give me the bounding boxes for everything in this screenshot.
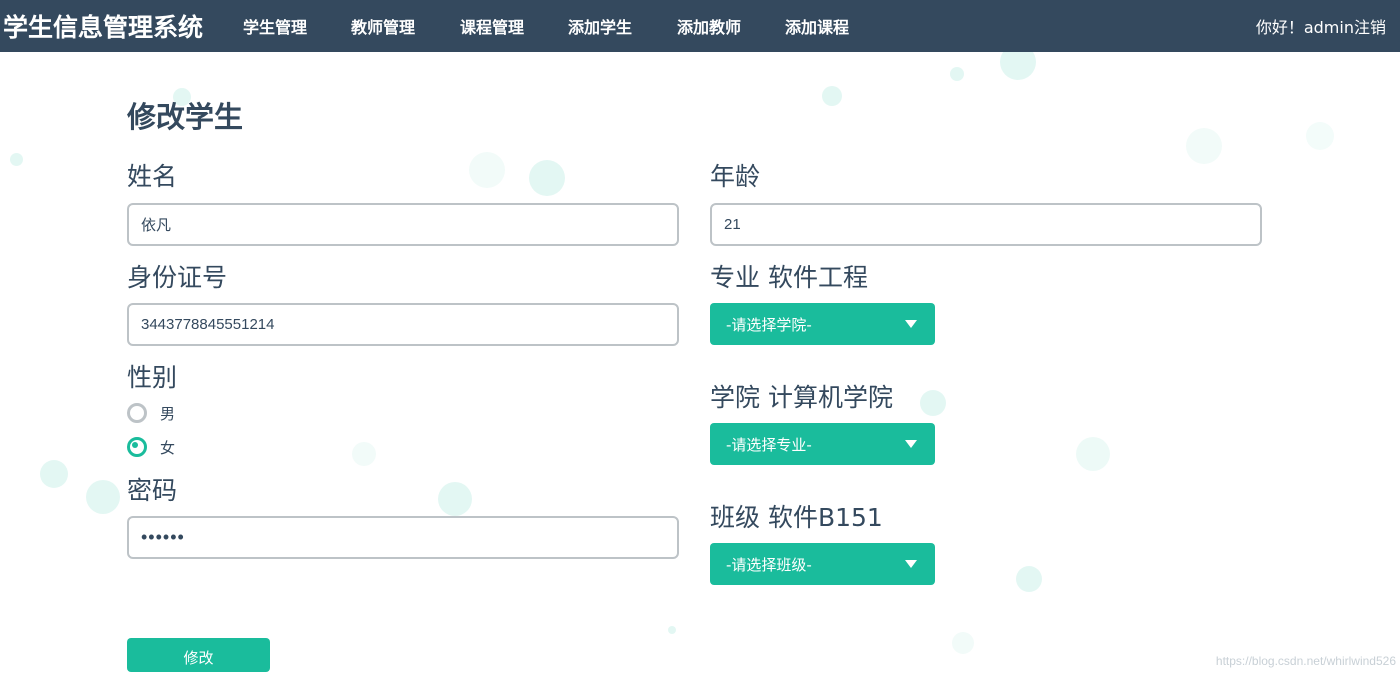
age-label: 年龄 (710, 162, 761, 191)
decorative-bubble (469, 152, 505, 188)
user-greeting: 你好！admin (1255, 18, 1354, 37)
decorative-bubble (1306, 122, 1334, 150)
submit-button[interactable]: 修改 (127, 638, 270, 672)
nav-item-student-management[interactable]: 学生管理 (243, 14, 307, 38)
age-input[interactable] (710, 203, 1262, 246)
decorative-bubble (822, 86, 842, 106)
gender-option-male[interactable]: 男 (127, 402, 175, 424)
gender-option-female[interactable]: 女 (127, 436, 175, 458)
decorative-bubble (1186, 128, 1222, 164)
user-greeting-area: 你好！admin注销 (1256, 14, 1386, 38)
nav-item-add-student[interactable]: 添加学生 (568, 14, 632, 38)
nav-item-add-teacher[interactable]: 添加教师 (677, 14, 741, 38)
nav-item-teacher-management[interactable]: 教师管理 (351, 14, 415, 38)
id-number-input[interactable] (127, 303, 679, 346)
chevron-down-icon (905, 320, 917, 328)
decorative-bubble (352, 442, 376, 466)
chevron-down-icon (905, 560, 917, 568)
major-select[interactable]: -请选择专业- (710, 423, 935, 465)
decorative-bubble (950, 67, 964, 81)
decorative-bubble (10, 153, 23, 166)
radio-icon[interactable] (127, 403, 147, 423)
chevron-down-icon (905, 440, 917, 448)
radio-icon[interactable] (127, 437, 147, 457)
top-navbar: 学生信息管理系统 学生管理 教师管理 课程管理 添加学生 添加教师 添加课程 你… (0, 0, 1400, 52)
gender-option-label: 女 (160, 438, 176, 457)
decorative-bubble (1016, 566, 1042, 592)
decorative-bubble (668, 626, 676, 634)
password-mask: •••••• (141, 527, 185, 547)
nav-item-course-management[interactable]: 课程管理 (460, 14, 524, 38)
decorative-bubble (86, 480, 120, 514)
class-select[interactable]: -请选择班级- (710, 543, 935, 585)
decorative-bubble (1076, 437, 1110, 471)
decorative-bubble (920, 390, 946, 416)
class-select-value: -请选择班级- (726, 555, 812, 574)
gender-option-label: 男 (160, 404, 176, 423)
major-select-value: -请选择专业- (726, 435, 812, 454)
watermark: https://blog.csdn.net/whirlwind526 (1215, 654, 1396, 668)
logout-link[interactable]: 注销 (1354, 18, 1386, 37)
college-select-value: -请选择学院- (726, 315, 812, 334)
major-label: 专业 软件工程 (710, 263, 868, 292)
college-select[interactable]: -请选择学院- (710, 303, 935, 345)
college-label: 学院 计算机学院 (710, 383, 893, 412)
decorative-bubble (438, 482, 472, 516)
name-label: 姓名 (127, 162, 178, 191)
nav-item-add-course[interactable]: 添加课程 (785, 14, 849, 38)
id-number-label: 身份证号 (127, 263, 228, 292)
page-title: 修改学生 (127, 100, 244, 134)
password-label: 密码 (127, 476, 178, 505)
decorative-bubble (952, 632, 974, 654)
gender-label: 性别 (127, 363, 178, 392)
password-input[interactable]: •••••• (127, 516, 679, 559)
app-title: 学生信息管理系统 (3, 13, 204, 42)
class-label: 班级 软件B151 (710, 503, 883, 532)
name-input[interactable] (127, 203, 679, 246)
decorative-bubble (40, 460, 68, 488)
decorative-bubble (529, 160, 565, 196)
